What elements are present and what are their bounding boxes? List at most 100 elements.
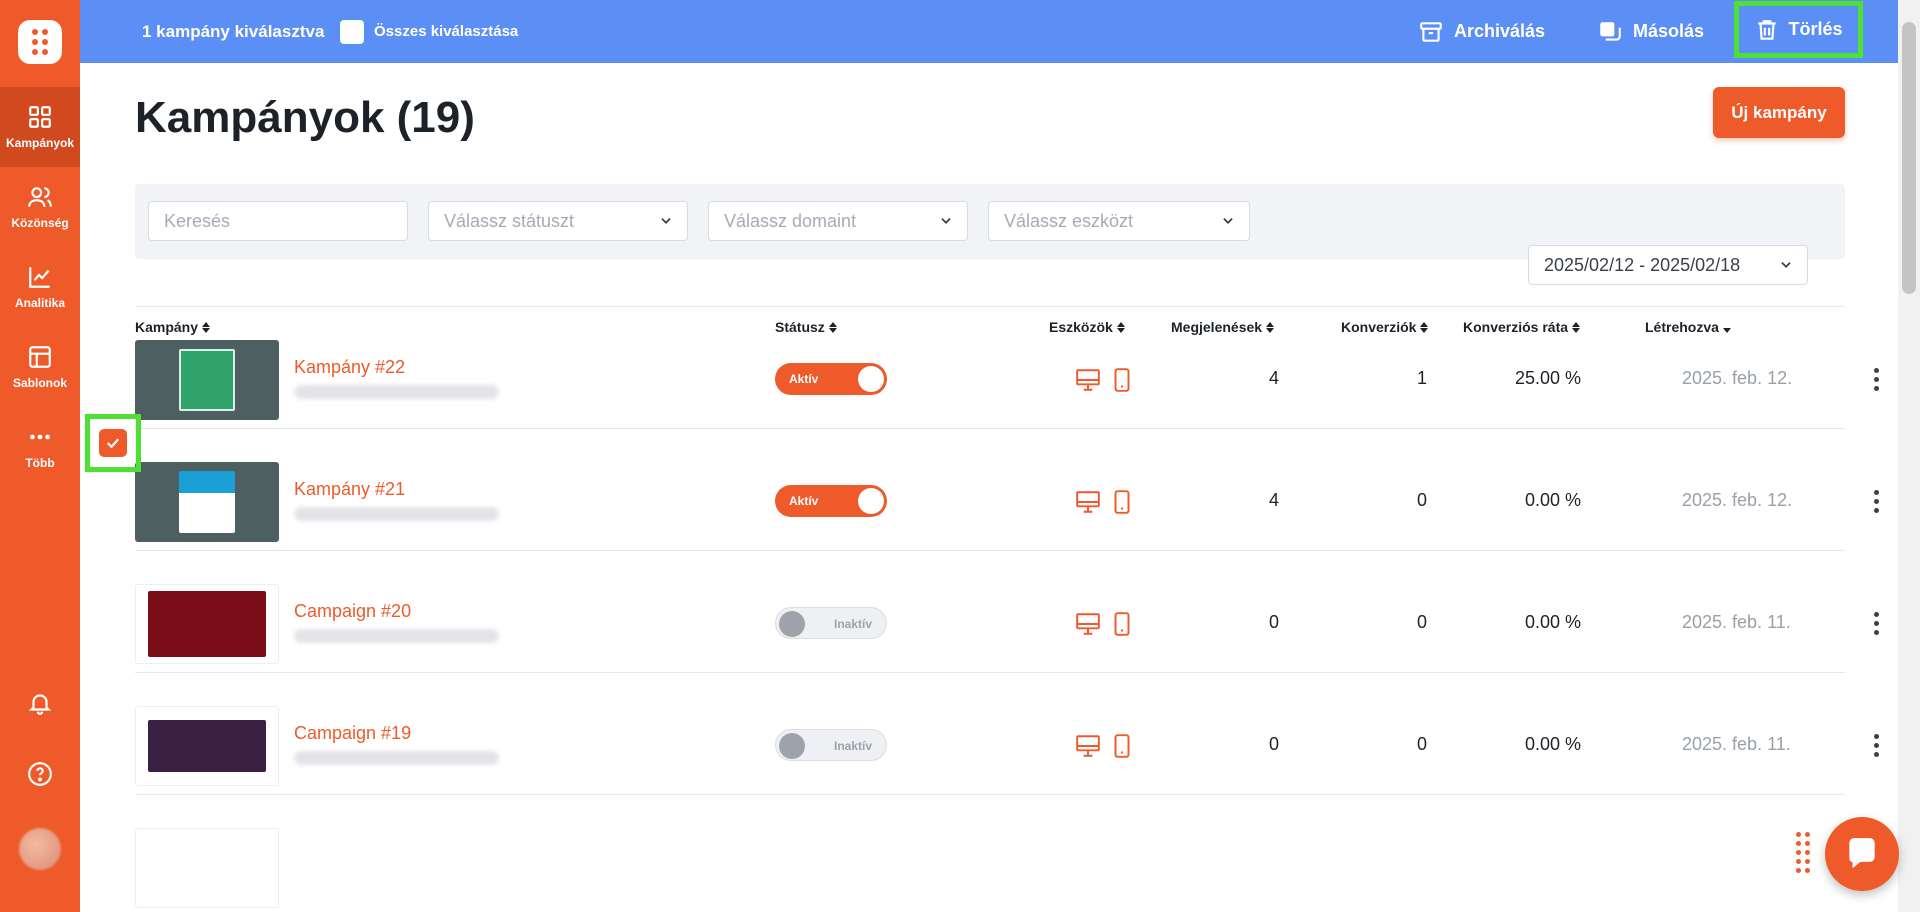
domain-select[interactable]: Válassz domaint <box>708 201 968 241</box>
row-menu-button[interactable] <box>1871 605 1881 641</box>
sidebar-item-campaigns[interactable]: Kampányok <box>0 87 80 167</box>
row-menu-button[interactable] <box>1871 361 1881 397</box>
sidebar-item-label: Közönség <box>11 216 69 230</box>
campaign-domain <box>294 385 499 399</box>
table-row[interactable]: Campaign #19 Inaktív 0 0 0.00 % 2025. fe… <box>135 673 1879 795</box>
row-menu-button[interactable] <box>1871 483 1881 519</box>
chat-button[interactable] <box>1825 817 1899 891</box>
sidebar-item-label: Analitika <box>14 296 65 310</box>
delete-button[interactable]: Törlés <box>1734 1 1863 58</box>
desktop-icon <box>1076 369 1100 391</box>
toggle-knob <box>858 366 884 392</box>
copy-icon <box>1600 21 1621 41</box>
chat-bubble-icon <box>1849 838 1875 869</box>
table-row[interactable]: Campaign #20 Inaktív 0 0 0.00 % 2025. fe… <box>135 551 1879 673</box>
page-title: Kampányok (19) <box>135 93 475 142</box>
sidebar: Kampányok Közönség Analitika Sablonok Tö… <box>0 0 80 912</box>
chevron-down-icon <box>661 218 671 224</box>
domain-select-placeholder: Válassz domaint <box>724 210 857 231</box>
sidebar-item-templates[interactable]: Sablonok <box>0 327 80 407</box>
sidebar-item-label: Kampányok <box>5 136 75 150</box>
status-label: Inaktív <box>833 739 872 753</box>
conversions-value: 0 <box>1416 490 1427 510</box>
status-select[interactable]: Válassz státuszt <box>428 201 688 241</box>
device-icons <box>1075 611 1135 637</box>
bulk-action-bar: 1 kampány kiválasztva Összes kiválasztás… <box>80 0 1898 63</box>
chevron-down-icon <box>1223 218 1233 224</box>
more-dots-icon <box>30 434 50 440</box>
chevron-down-icon <box>1781 262 1791 268</box>
archive-button[interactable]: Archiválás <box>1418 19 1545 45</box>
desktop-icon <box>1076 735 1100 757</box>
checkbox-icon <box>340 19 364 44</box>
conversion-rate-value: 0.00 % <box>1524 490 1581 510</box>
status-select-placeholder: Válassz státuszt <box>444 210 575 231</box>
desktop-icon <box>1076 491 1100 513</box>
user-avatar[interactable] <box>0 828 80 870</box>
copy-button[interactable]: Másolás <box>1597 19 1704 45</box>
select-all-checkbox[interactable]: Összes kiválasztása <box>340 19 518 44</box>
chart-icon <box>29 267 50 288</box>
table-row[interactable]: Kampány #21 Aktív 4 0 0.00 % 2025. feb. … <box>135 429 1879 551</box>
device-icons <box>1075 489 1135 515</box>
impressions-value: 0 <box>1268 734 1279 754</box>
conversion-rate-value: 25.00 % <box>1514 368 1581 388</box>
delete-label: Törlés <box>1788 19 1843 39</box>
date-range-select[interactable]: 2025/02/12 - 2025/02/18 <box>1528 245 1808 285</box>
toggle-knob <box>858 488 884 514</box>
sidebar-item-analytics[interactable]: Analitika <box>0 247 80 327</box>
device-icons <box>1075 733 1135 759</box>
mobile-icon <box>1114 490 1130 514</box>
mobile-icon <box>1114 612 1130 636</box>
search-input[interactable]: Keresés <box>148 201 408 241</box>
sidebar-item-audience[interactable]: Közönség <box>0 167 80 247</box>
archive-label: Archiválás <box>1454 21 1546 41</box>
campaign-thumbnail <box>135 340 279 420</box>
impressions-value: 0 <box>1268 612 1279 632</box>
table-row[interactable]: Kampány #22 Aktív 4 1 25.00 % 2025. feb.… <box>135 307 1879 429</box>
sidebar-item-label: Több <box>25 456 55 470</box>
help-button[interactable] <box>0 761 80 787</box>
status-toggle[interactable]: Aktív <box>775 363 887 395</box>
notifications-button[interactable] <box>0 690 80 716</box>
page-scrollbar[interactable] <box>1898 0 1920 912</box>
status-label: Aktív <box>789 372 819 386</box>
users-icon <box>28 187 52 207</box>
logo-dots-icon <box>32 29 48 55</box>
new-campaign-button[interactable]: Új kampány <box>1713 87 1845 138</box>
status-toggle[interactable]: Inaktív <box>775 729 887 761</box>
status-toggle[interactable]: Aktív <box>775 485 887 517</box>
layout-icon <box>29 346 51 368</box>
device-select[interactable]: Válassz eszközt <box>988 201 1250 241</box>
sidebar-item-more[interactable]: Több <box>0 407 80 487</box>
created-date: 2025. feb. 11. <box>1682 612 1791 632</box>
impressions-value: 4 <box>1268 368 1279 388</box>
trash-icon <box>1758 19 1777 40</box>
device-select-placeholder: Válassz eszközt <box>1004 210 1134 231</box>
row-select-checkbox[interactable] <box>85 414 141 472</box>
table-row[interactable] <box>135 795 1845 912</box>
campaign-thumbnail <box>135 584 279 664</box>
status-toggle[interactable]: Inaktív <box>775 607 887 639</box>
app-logo[interactable] <box>18 20 62 64</box>
filter-bar: Keresés Válassz státuszt Válassz domaint… <box>135 184 1845 285</box>
created-date: 2025. feb. 11. <box>1682 734 1791 754</box>
impressions-value: 4 <box>1268 490 1279 510</box>
status-label: Aktív <box>789 494 819 508</box>
chat-drag-handle[interactable] <box>1796 832 1810 873</box>
campaign-name[interactable]: Campaign #20 <box>294 601 411 622</box>
campaign-name[interactable]: Kampány #22 <box>294 357 405 378</box>
created-date: 2025. feb. 12. <box>1682 368 1793 388</box>
campaign-name[interactable]: Campaign #19 <box>294 723 411 744</box>
selected-count: 1 kampány kiválasztva <box>142 21 325 41</box>
desktop-icon <box>1076 613 1100 635</box>
campaign-domain <box>294 751 499 765</box>
scrollbar-thumb[interactable] <box>1902 22 1916 294</box>
chevron-down-icon <box>941 218 951 224</box>
help-circle-icon <box>28 762 52 786</box>
campaign-name[interactable]: Kampány #21 <box>294 479 405 500</box>
sidebar-nav: Kampányok Közönség Analitika Sablonok Tö… <box>0 87 80 487</box>
copy-label: Másolás <box>1633 21 1705 41</box>
conversions-value: 0 <box>1416 612 1427 632</box>
row-menu-button[interactable] <box>1871 727 1881 763</box>
